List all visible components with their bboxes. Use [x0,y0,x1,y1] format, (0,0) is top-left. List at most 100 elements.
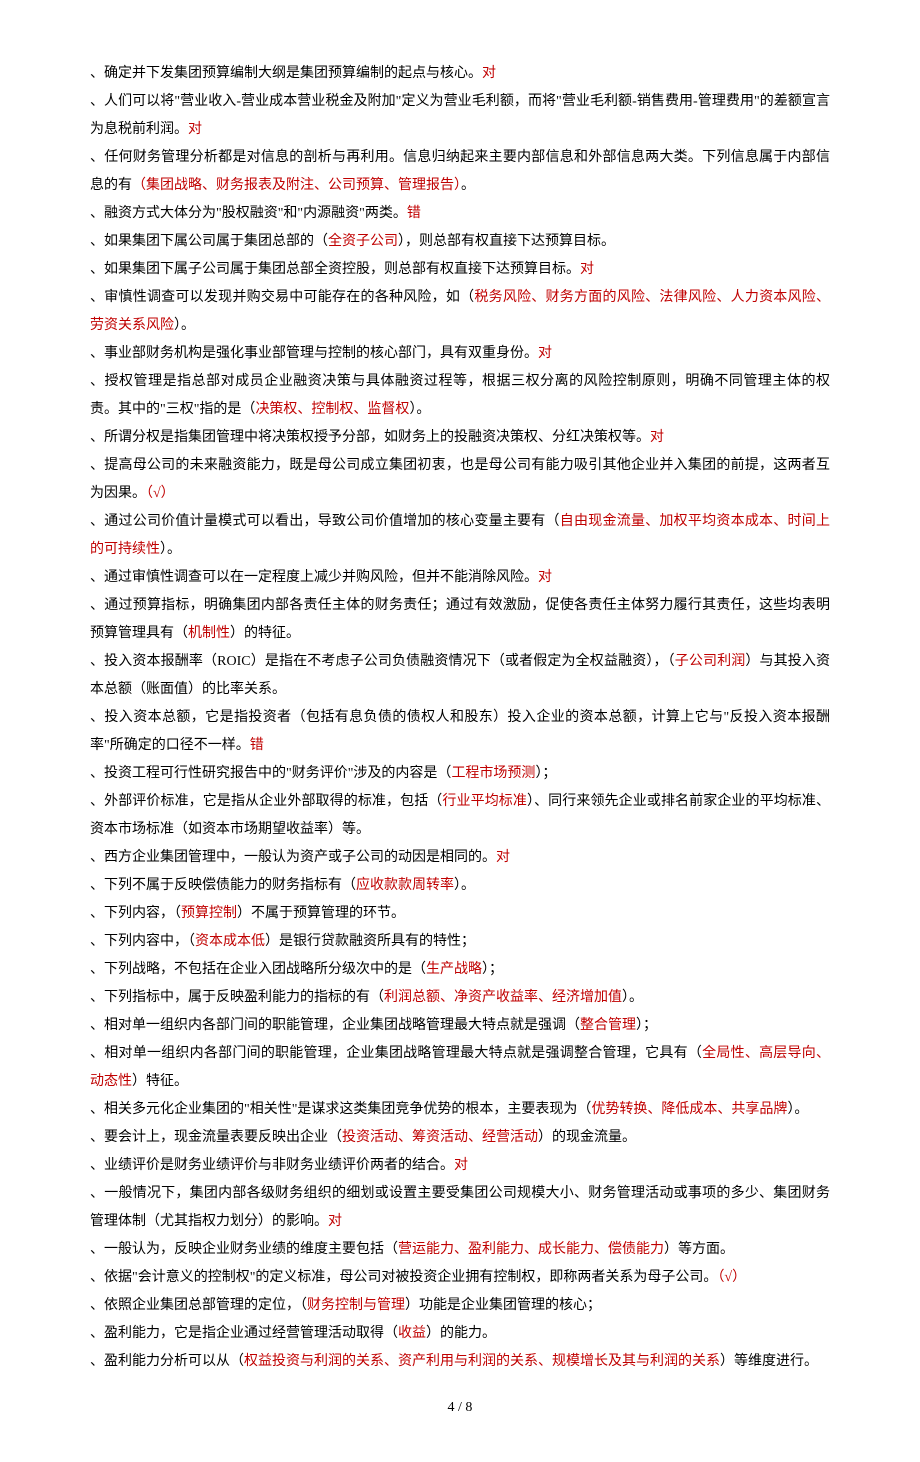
answer-text: 整合管理 [580,1018,636,1033]
question-text: 、依照企业集团总部管理的定位，（ [90,1298,307,1313]
question-item: 、盈利能力分析可以从（权益投资与利润的关系、资产利用与利润的关系、规模增长及其与… [90,1348,830,1376]
question-text: ）。 [454,878,475,893]
answer-text: 预算控制 [181,906,237,921]
question-text: ）； [535,766,556,781]
answer-text: 工程市场预测 [451,766,535,781]
question-text: 、相对单一组织内各部门间的职能管理，企业集团战略管理最大特点就是强调（ [90,1018,580,1033]
answer-text: 对 [538,570,552,585]
question-text: 、授权管理是指总部对成员企业融资决策与具体融资过程等，根据三权分离的风险控制原则… [90,374,830,417]
question-item: 、下列战略，不包括在企业入团战略所分级次中的是（生产战略）； [90,956,830,984]
question-item: 、外部评价标准，它是指从企业外部取得的标准，包括（行业平均标准）、同行来领先企业… [90,788,830,844]
question-item: 、所谓分权是指集团管理中将决策权授予分部，如财务上的投融资决策权、分红决策权等。… [90,424,830,452]
question-text: 、事业部财务机构是强化事业部管理与控制的核心部门，具有双重身份。 [90,346,538,361]
question-item: 、授权管理是指总部对成员企业融资决策与具体融资过程等，根据三权分离的风险控制原则… [90,368,830,424]
page-number: 4 / 8 [90,1394,830,1422]
question-item: 、下列指标中，属于反映盈利能力的指标的有（利润总额、净资产收益率、经济增加值）。 [90,984,830,1012]
answer-text: 投资活动、筹资活动、经营活动 [342,1130,538,1145]
question-text: ）。 [409,402,430,417]
answer-text: 对 [496,850,510,865]
answer-text: （√） [146,486,175,501]
question-item: 、下列内容，（预算控制）不属于预算管理的环节。 [90,900,830,928]
answer-text: 错 [407,206,421,221]
answer-text: 错 [250,738,264,753]
question-item: 、审慎性调查可以发现并购交易中可能存在的各种风险，如（税务风险、财务方面的风险、… [90,284,830,340]
question-text: 、下列指标中，属于反映盈利能力的指标的有（ [90,990,384,1005]
question-item: 、一般情况下，集团内部各级财务组织的细划或设置主要受集团公司规模大小、财务管理活… [90,1180,830,1236]
question-item: 、通过审慎性调查可以在一定程度上减少并购风险，但并不能消除风险。对 [90,564,830,592]
answer-text: 对 [650,430,664,445]
question-text: 、相关多元化企业集团的"相关性"是谋求这类集团竞争优势的根本，主要表现为（ [90,1102,591,1117]
question-text: ）。 [174,318,195,333]
question-item: 、相对单一组织内各部门间的职能管理，企业集团战略管理最大特点就是强调整合管理，它… [90,1040,830,1096]
question-text: 、审慎性调查可以发现并购交易中可能存在的各种风险，如（ [90,290,474,305]
question-item: 、投入资本总额，它是指投资者（包括有息负债的债权人和股东）投入企业的资本总额，计… [90,704,830,760]
answer-text: 对 [454,1158,468,1173]
question-item: 、下列内容中，（资本成本低）是银行贷款融资所具有的特性； [90,928,830,956]
question-text: ）特征。 [132,1074,188,1089]
question-item: 、依据"会计意义的控制权"的定义标准，母公司对被投资企业拥有控制权，即称两者关系… [90,1264,830,1292]
question-text: 、下列战略，不包括在企业入团战略所分级次中的是（ [90,962,426,977]
question-text: ）不属于预算管理的环节。 [237,906,405,921]
answer-text: 优势转换、降低成本、共享品牌 [591,1102,787,1117]
answer-text: 机制性 [188,626,230,641]
question-text: 、如果集团下属公司属于集团总部的（ [90,234,328,249]
question-text: 、盈利能力，它是指企业通过经营管理活动取得（ [90,1326,398,1341]
question-text: 、依据"会计意义的控制权"的定义标准，母公司对被投资企业拥有控制权，即称两者关系… [90,1270,717,1285]
question-text: 、西方企业集团管理中，一般认为资产或子公司的动因是相同的。 [90,850,496,865]
question-item: 、提高母公司的未来融资能力，既是母公司成立集团初衷，也是母公司有能力吸引其他企业… [90,452,830,508]
question-text: 、下列内容，（ [90,906,181,921]
question-text: 、外部评价标准，它是指从企业外部取得的标准，包括（ [90,794,442,809]
question-item: 、融资方式大体分为"股权融资"和"内源融资"两类。错 [90,200,830,228]
question-text: 、相对单一组织内各部门间的职能管理，企业集团战略管理最大特点就是强调整合管理，它… [90,1046,702,1061]
question-text: 、提高母公司的未来融资能力，既是母公司成立集团初衷，也是母公司有能力吸引其他企业… [90,458,830,501]
question-text: ）。 [160,542,181,557]
question-text: 、投入资本报酬率（ROIC）是指在不考虑子公司负债融资情况下（或者假定为全权益融… [90,654,675,669]
answer-text: 行业平均标准 [442,794,527,809]
question-item: 、投资工程可行性研究报告中的"财务评价"涉及的内容是（工程市场预测）； [90,760,830,788]
answer-text: 资本成本低 [195,934,265,949]
answer-text: 权益投资与利润的关系、资产利用与利润的关系、规模增长及其与利润的关系 [244,1354,720,1369]
answer-text: 收益 [398,1326,426,1341]
answer-text: 对 [538,346,552,361]
question-item: 、确定并下发集团预算编制大纲是集团预算编制的起点与核心。对 [90,60,830,88]
answer-text: （√） [717,1270,746,1285]
answer-text: 财务控制与管理 [307,1298,405,1313]
question-item: 、相对单一组织内各部门间的职能管理，企业集团战略管理最大特点就是强调（整合管理）… [90,1012,830,1040]
question-text: ）的特征。 [230,626,300,641]
question-text: ）； [482,962,503,977]
question-text: 。 [461,178,475,193]
answer-text: 利润总额、净资产收益率、经济增加值 [384,990,622,1005]
question-text: 、盈利能力分析可以从（ [90,1354,244,1369]
question-text: 、一般认为，反映企业财务业绩的维度主要包括（ [90,1242,398,1257]
question-item: 、盈利能力，它是指企业通过经营管理活动取得（收益）的能力。 [90,1320,830,1348]
question-text: 、所谓分权是指集团管理中将决策权授予分部，如财务上的投融资决策权、分红决策权等。 [90,430,650,445]
question-text: 、确定并下发集团预算编制大纲是集团预算编制的起点与核心。 [90,66,482,81]
answer-text: 子公司利润 [675,654,746,669]
answer-text: 对 [328,1214,342,1229]
question-text: ），则总部有权直接下达预算目标。 [398,234,615,249]
question-text: 、通过公司价值计量模式可以看出，导致公司价值增加的核心变量主要有（ [90,514,560,529]
question-text: 、业绩评价是财务业绩评价与非财务业绩评价两者的结合。 [90,1158,454,1173]
answer-text: 全资子公司 [328,234,398,249]
answer-text: 营运能力、盈利能力、成长能力、偿债能力 [398,1242,664,1257]
question-text: ）； [636,1018,657,1033]
question-text: 、投资工程可行性研究报告中的"财务评价"涉及的内容是（ [90,766,451,781]
question-item: 、事业部财务机构是强化事业部管理与控制的核心部门，具有双重身份。对 [90,340,830,368]
question-text: 、下列不属于反映偿债能力的财务指标有（ [90,878,356,893]
question-item: 、业绩评价是财务业绩评价与非财务业绩评价两者的结合。对 [90,1152,830,1180]
question-text: 、如果集团下属子公司属于集团总部全资控股，则总部有权直接下达预算目标。 [90,262,580,277]
question-item: 、投入资本报酬率（ROIC）是指在不考虑子公司负债融资情况下（或者假定为全权益融… [90,648,830,704]
question-text: 、下列内容中，（ [90,934,195,949]
document-body: 、确定并下发集团预算编制大纲是集团预算编制的起点与核心。对、人们可以将"营业收入… [90,60,830,1376]
question-item: 、相关多元化企业集团的"相关性"是谋求这类集团竞争优势的根本，主要表现为（优势转… [90,1096,830,1124]
question-item: 、通过预算指标，明确集团内部各责任主体的财务责任；通过有效激励，促使各责任主体努… [90,592,830,648]
question-item: 、如果集团下属公司属于集团总部的（全资子公司），则总部有权直接下达预算目标。 [90,228,830,256]
question-item: 、西方企业集团管理中，一般认为资产或子公司的动因是相同的。对 [90,844,830,872]
answer-text: 决策权、控制权、监督权 [255,402,409,417]
question-item: 、通过公司价值计量模式可以看出，导致公司价值增加的核心变量主要有（自由现金流量、… [90,508,830,564]
question-item: 、一般认为，反映企业财务业绩的维度主要包括（营运能力、盈利能力、成长能力、偿债能… [90,1236,830,1264]
question-item: 、要会计上，现金流量表要反映出企业（投资活动、筹资活动、经营活动）的现金流量。 [90,1124,830,1152]
question-text: 、一般情况下，集团内部各级财务组织的细划或设置主要受集团公司规模大小、财务管理活… [90,1186,830,1229]
question-item: 、人们可以将"营业收入-营业成本营业税金及附加"定义为营业毛利额，而将"营业毛利… [90,88,830,144]
question-text: ）等方面。 [664,1242,734,1257]
